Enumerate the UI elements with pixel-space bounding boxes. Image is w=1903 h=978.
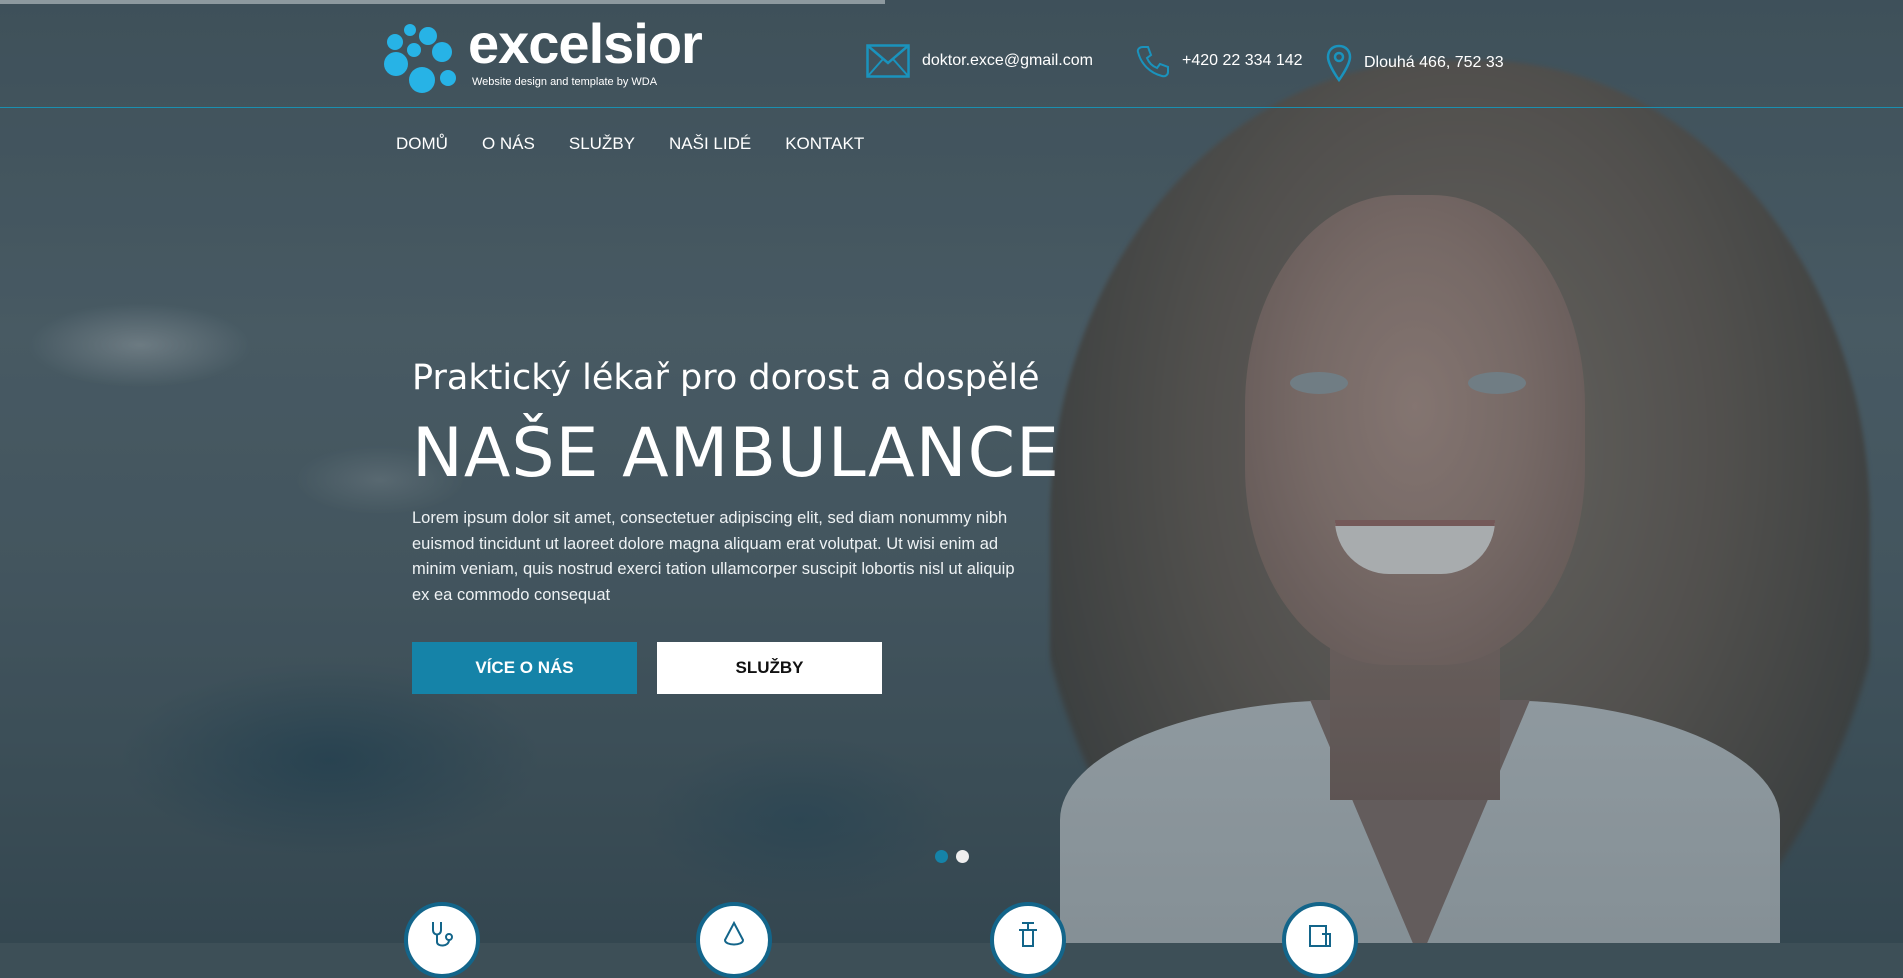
nav-item-kontakt[interactable]: KONTAKT [785, 134, 864, 154]
site-header: excelsior Website design and template by… [0, 0, 1903, 108]
contact-address[interactable]: Dlouhá 466, 752 33 [1326, 44, 1504, 82]
syringe-icon [1019, 922, 1037, 947]
map-pin-icon [1326, 44, 1352, 82]
nav-item-nasi-lide[interactable]: NAŠI LIDÉ [669, 134, 751, 154]
hero-subtitle: Praktický lékař pro dorost a dospělé [412, 358, 1040, 398]
service-stethoscope[interactable] [404, 902, 480, 978]
logo-tagline: Website design and template by WDA [472, 76, 658, 88]
slider-dot-1[interactable] [935, 850, 948, 863]
slider-dot-2[interactable] [956, 850, 969, 863]
services-button[interactable]: SLUŽBY [657, 642, 882, 694]
site-logo[interactable]: excelsior Website design and template by… [380, 16, 703, 102]
nav-item-o-nas[interactable]: O NÁS [482, 134, 535, 154]
contact-email[interactable]: doktor.exce@gmail.com [866, 44, 1093, 78]
contact-email-text: doktor.exce@gmail.com [922, 52, 1093, 69]
logo-name: excelsior [468, 12, 703, 75]
nav-item-domu[interactable]: DOMŮ [396, 134, 448, 154]
hero-title: NAŠE AMBULANCE [412, 414, 1061, 493]
more-about-us-button[interactable]: VÍCE O NÁS [412, 642, 637, 694]
service-medical-record[interactable] [1282, 902, 1358, 978]
service-syringe[interactable] [990, 902, 1066, 978]
main-nav: DOMŮ O NÁS SLUŽBY NAŠI LIDÉ KONTAKT [396, 134, 898, 154]
contact-phone[interactable]: +420 22 334 142 [1136, 44, 1303, 78]
drop-icon [723, 920, 745, 946]
contact-address-text: Dlouhá 466, 752 33 [1364, 54, 1504, 71]
hero-text: Lorem ipsum dolor sit amet, consectetuer… [412, 509, 1015, 604]
nav-item-sluzby[interactable]: SLUŽBY [569, 134, 635, 154]
medical-record-icon [1309, 925, 1331, 947]
phone-icon [1136, 46, 1169, 78]
stethoscope-icon [432, 922, 453, 947]
envelope-icon [866, 44, 910, 78]
service-drop[interactable] [696, 902, 772, 978]
logo-dots-icon [384, 24, 456, 93]
contact-phone-text: +420 22 334 142 [1182, 52, 1303, 69]
